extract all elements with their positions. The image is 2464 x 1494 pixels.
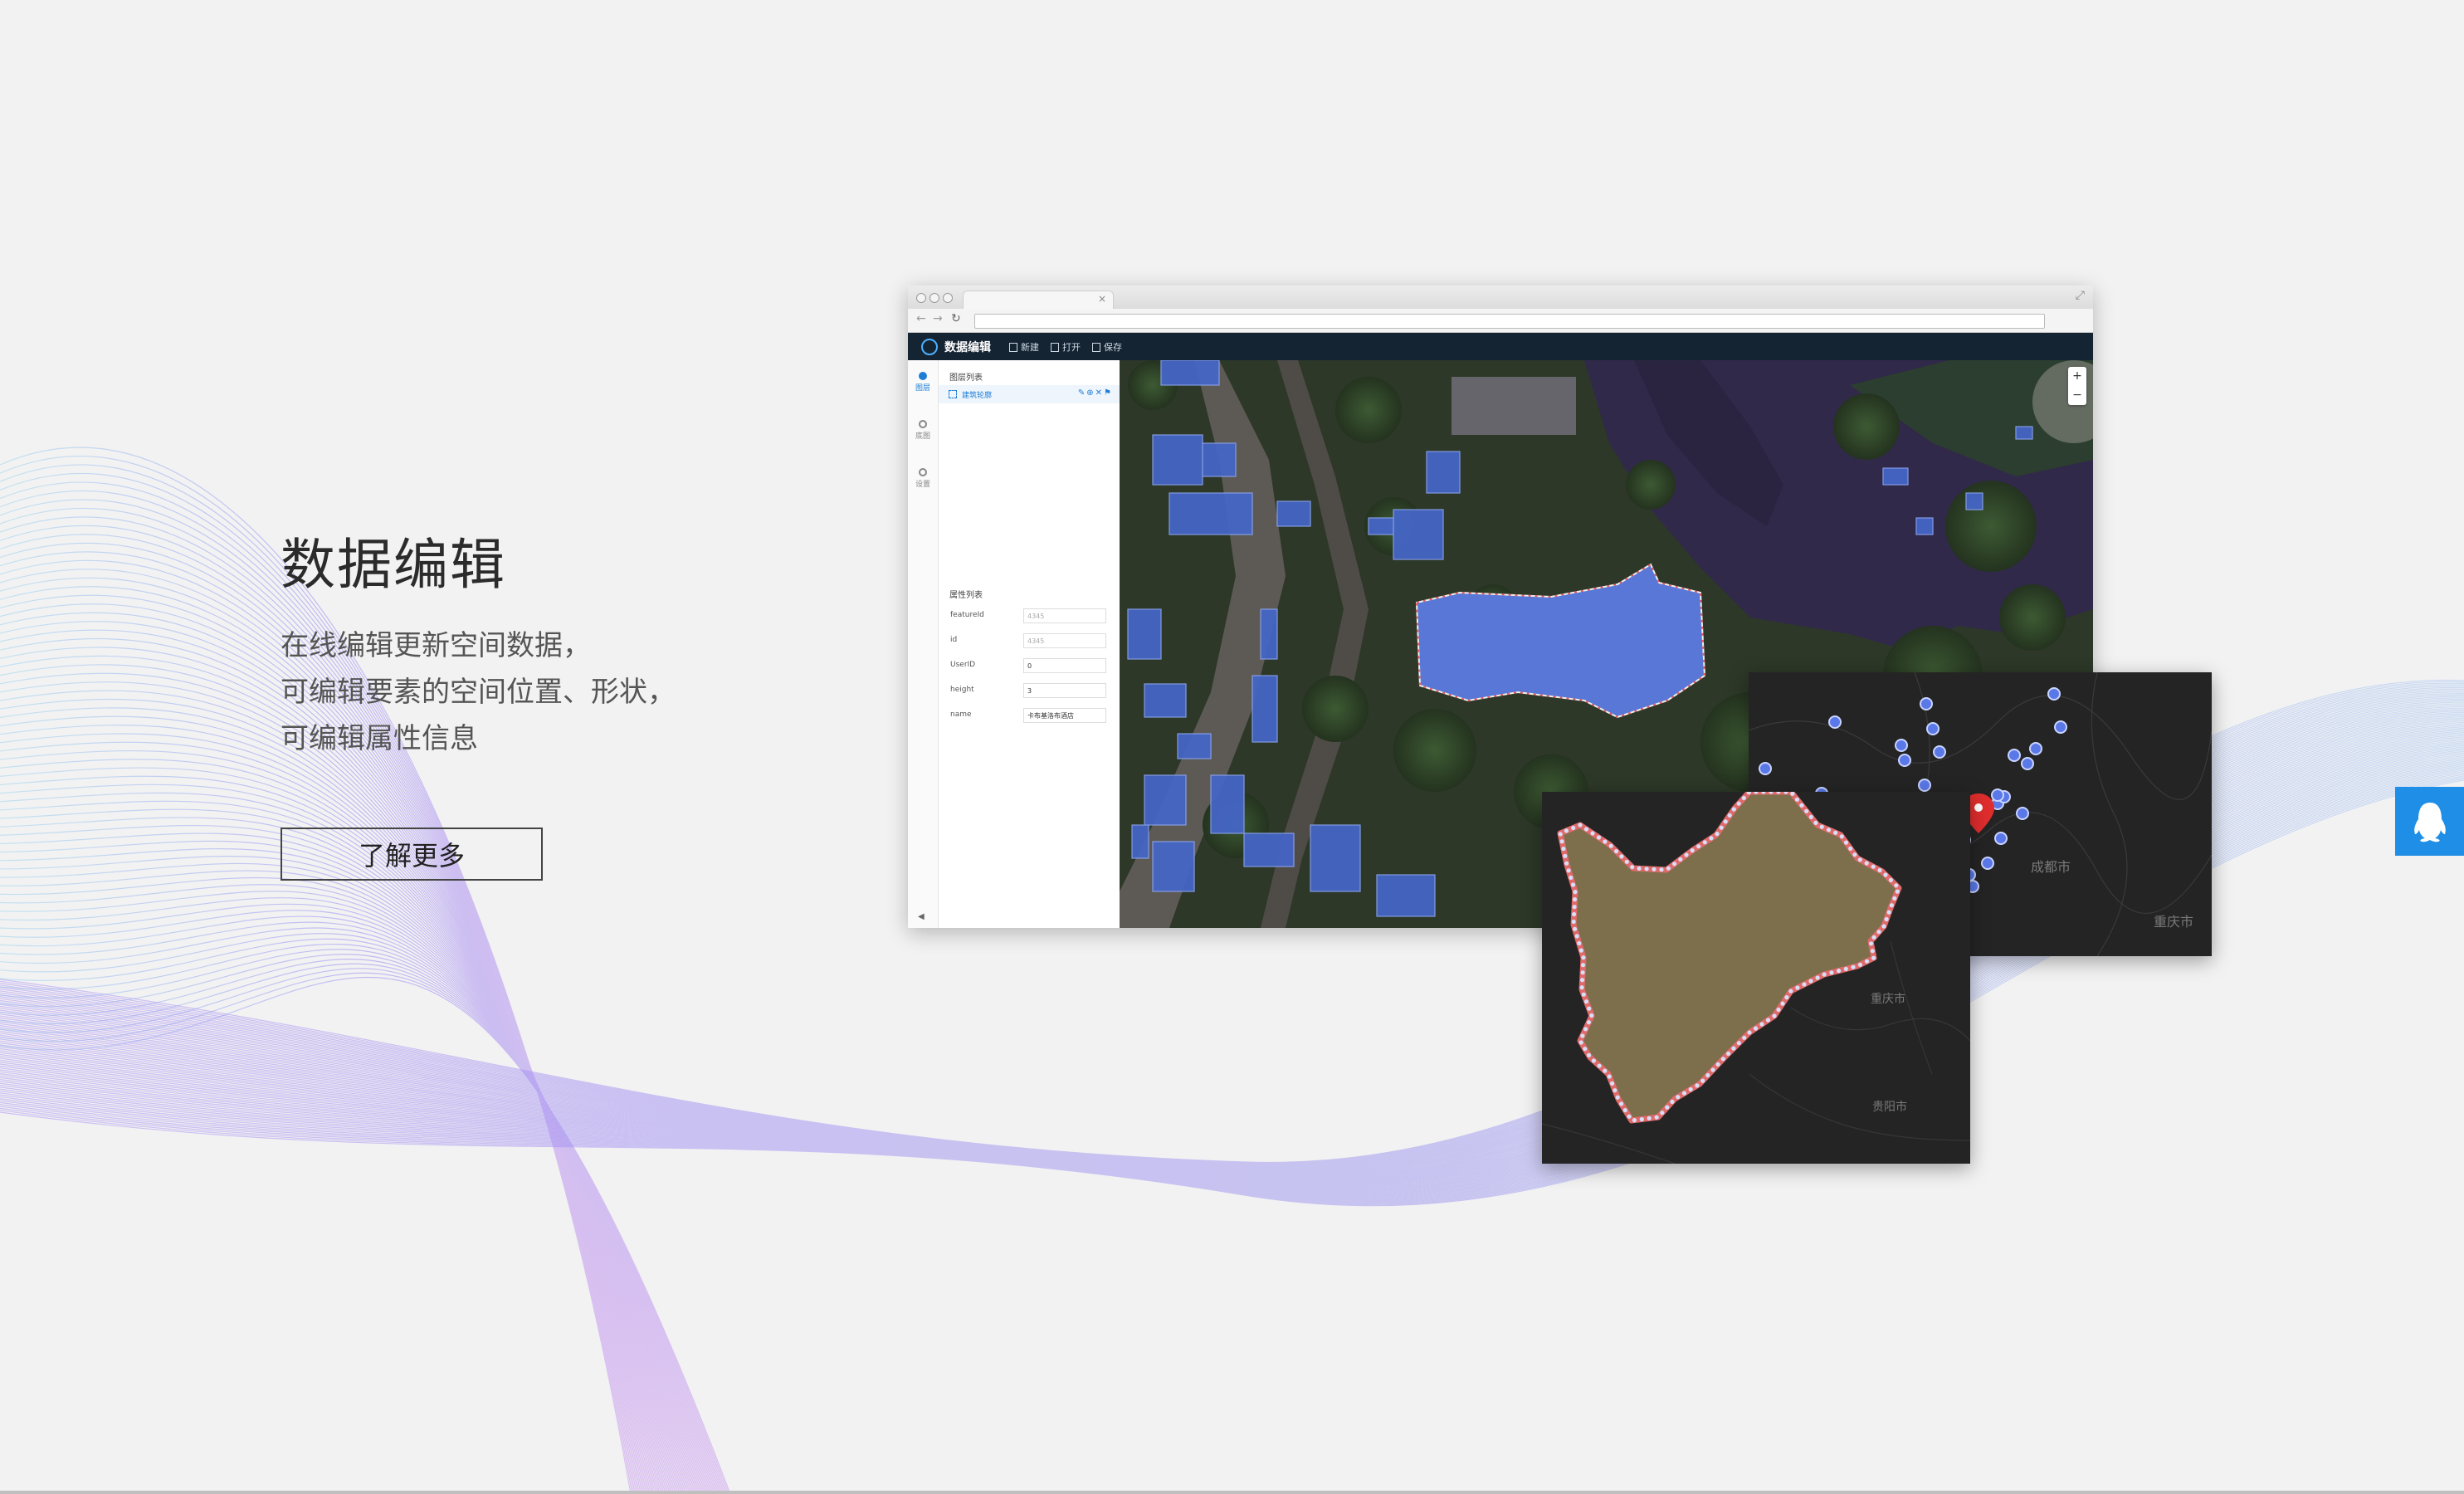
fullscreen-icon[interactable]: ⤢ <box>2076 289 2085 302</box>
collapse-icon[interactable]: ◀ <box>918 912 925 921</box>
back-icon[interactable]: ← <box>916 312 926 325</box>
page-title: 数据编辑 <box>281 533 506 597</box>
browser-address-row: ← → ↻ <box>908 309 2093 333</box>
save-button[interactable]: 保存 <box>1092 340 1122 354</box>
bottom-divider <box>0 1491 2464 1494</box>
rail-label: 设置 <box>915 481 930 489</box>
open-button[interactable]: 打开 <box>1051 340 1081 354</box>
description-line: 在线编辑更新空间数据， <box>281 629 591 662</box>
attribute-row: height 3 <box>950 682 1113 701</box>
attribute-key: id <box>950 636 958 644</box>
save-icon <box>1092 342 1100 352</box>
rail-label: 图层 <box>915 384 930 393</box>
edit-icon <box>1009 342 1017 352</box>
description-line: 可编辑要素的空间位置、形状， <box>281 676 676 709</box>
layers-icon <box>919 372 927 380</box>
attribute-value-input[interactable]: 4345 <box>1023 608 1106 623</box>
polygon-map[interactable]: 重庆市 贵阳市 <box>1541 788 1971 1164</box>
app-title: 数据编辑 <box>944 341 991 354</box>
save-button-label: 保存 <box>1104 342 1122 353</box>
attribute-key: name <box>950 710 972 719</box>
rail-label: 底图 <box>915 432 930 441</box>
attribute-row: featureId 4345 <box>950 608 1113 626</box>
globe-icon <box>919 420 927 428</box>
browser-tab[interactable]: × <box>963 290 1114 310</box>
attribute-value-input[interactable]: 卡布基洛布酒店 <box>1023 708 1106 723</box>
attribute-value-input[interactable]: 0 <box>1023 658 1106 673</box>
zoom-out-button[interactable]: − <box>2068 386 2086 405</box>
map-label-chongqing: 重庆市 <box>2154 914 2193 930</box>
map-label-guiyang: 贵阳市 <box>1872 1100 1907 1114</box>
polygon-map-card: 重庆市 贵阳市 <box>1541 788 1971 1164</box>
polygon-layer-icon <box>949 390 957 398</box>
learn-more-button[interactable]: 了解更多 <box>281 828 543 881</box>
layer-list-title: 图层列表 <box>949 374 983 383</box>
map-label-chongqing: 重庆市 <box>1871 992 1905 1006</box>
zoom-control[interactable]: + − <box>2068 367 2086 405</box>
layer-panel: 图层列表 建筑轮廓 ✎⊕✕⚑ 属性列表 featureId 4345 id 4345 U… <box>939 360 1123 928</box>
reload-icon[interactable]: ↻ <box>951 312 961 325</box>
open-button-label: 打开 <box>1062 342 1081 353</box>
tab-close-icon[interactable]: × <box>1098 293 1106 305</box>
qq-contact-button[interactable] <box>2395 787 2464 856</box>
new-button-label: 新建 <box>1021 342 1039 353</box>
zoom-in-button[interactable]: + <box>2068 367 2086 386</box>
rail-item-settings[interactable]: 设置 <box>908 468 938 489</box>
description-line: 可编辑属性信息 <box>281 722 478 755</box>
address-bar[interactable] <box>974 314 2045 329</box>
app-header: 数据编辑 新建 打开 保存 <box>908 333 2093 361</box>
attribute-value-input[interactable]: 4345 <box>1023 633 1106 648</box>
forward-icon[interactable]: → <box>933 312 943 325</box>
layer-name: 建筑轮廓 <box>962 392 993 400</box>
file-icon <box>1051 342 1059 352</box>
window-maximize-icon[interactable] <box>943 293 953 303</box>
attribute-row: UserID 0 <box>950 657 1113 676</box>
window-minimize-icon[interactable] <box>929 293 939 303</box>
layer-tools-icons[interactable]: ✎⊕✕⚑ <box>1078 388 1113 398</box>
app-logo-icon <box>921 339 938 355</box>
attribute-row: name 卡布基洛布酒店 <box>950 707 1113 725</box>
map-label-chengdu: 成都市 <box>2031 859 2071 875</box>
side-rail: 图层 底图 设置 ◀ <box>908 360 939 928</box>
attribute-value-input[interactable]: 3 <box>1023 683 1106 698</box>
hero-section: 数据编辑 在线编辑更新空间数据， 可编辑要素的空间位置、形状， 可编辑属性信息 <box>281 528 745 762</box>
rail-item-layers[interactable]: 图层 <box>908 372 938 393</box>
attribute-key: UserID <box>950 661 976 669</box>
qq-penguin-icon <box>2413 802 2446 842</box>
attribute-row: id 4345 <box>950 632 1113 651</box>
rail-item-basemap[interactable]: 底图 <box>908 420 938 441</box>
layer-item[interactable]: 建筑轮廓 ✎⊕✕⚑ <box>939 385 1120 403</box>
attr-list-title: 属性列表 <box>949 591 983 600</box>
window-close-icon[interactable] <box>916 293 926 303</box>
gear-icon <box>919 468 927 476</box>
attribute-key: featureId <box>950 611 984 619</box>
hero-description: 在线编辑更新空间数据， 可编辑要素的空间位置、形状， 可编辑属性信息 <box>281 622 745 762</box>
browser-tab-strip: × ⤢ <box>908 286 2093 310</box>
new-button[interactable]: 新建 <box>1009 340 1039 354</box>
attribute-key: height <box>950 686 974 694</box>
